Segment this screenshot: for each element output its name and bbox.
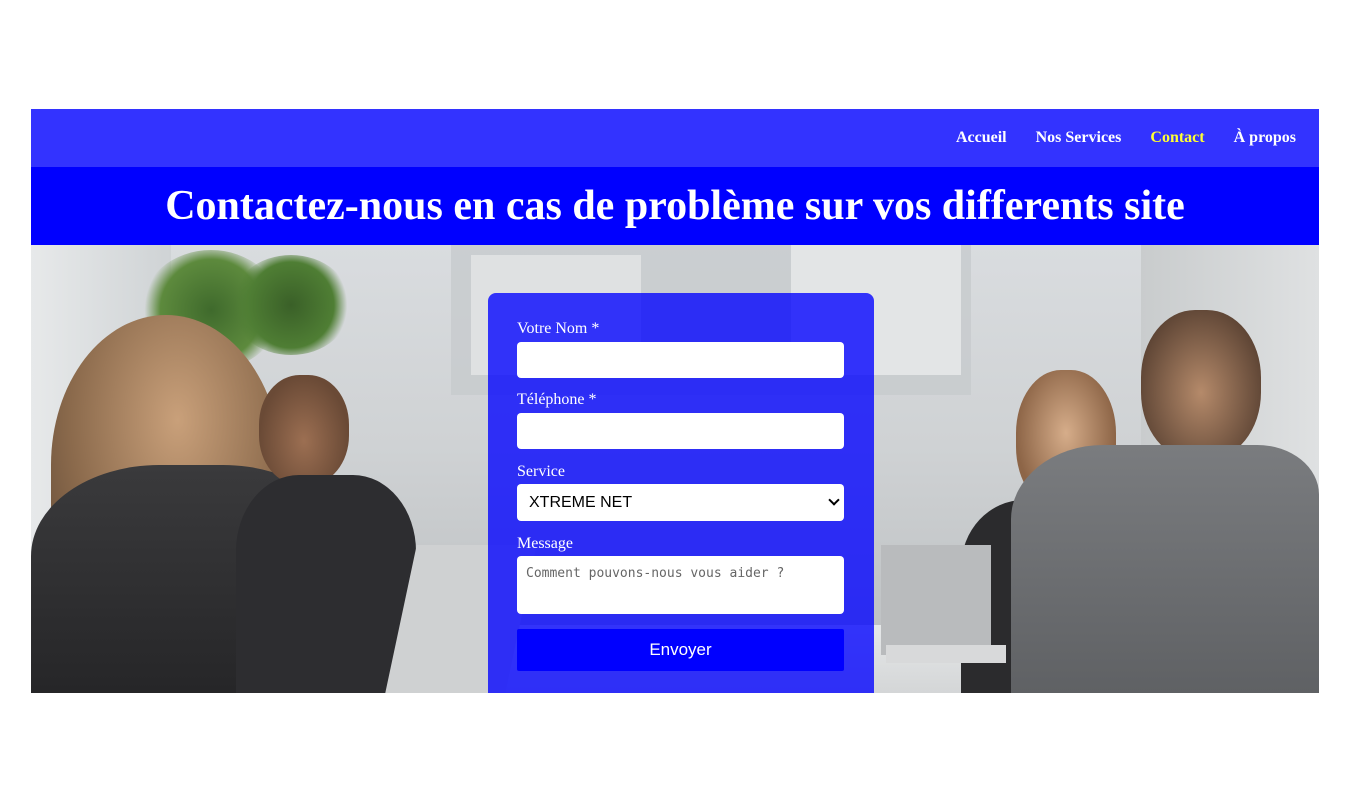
service-label: Service: [517, 463, 565, 480]
submit-button[interactable]: Envoyer: [517, 629, 844, 671]
page: Accueil Nos Services Contact À propos Co…: [0, 0, 1351, 800]
message-label: Message: [517, 535, 573, 552]
chevron-down-icon: [828, 494, 840, 506]
nav-link-nos-services[interactable]: Nos Services: [1036, 129, 1122, 147]
nav-link-contact[interactable]: Contact: [1150, 129, 1204, 147]
service-select-value: XTREME NET: [529, 493, 633, 511]
site-container: Accueil Nos Services Contact À propos Co…: [31, 109, 1319, 693]
page-title: Contactez-nous en cas de problème sur vo…: [31, 167, 1319, 245]
phone-label: Téléphone *: [517, 391, 597, 408]
name-label: Votre Nom *: [517, 320, 600, 337]
service-select[interactable]: XTREME NET: [517, 484, 844, 521]
nav-link-a-propos[interactable]: À propos: [1234, 129, 1296, 147]
nav-link-accueil[interactable]: Accueil: [956, 129, 1007, 147]
contact-form: Votre Nom * Téléphone * Service XTREME N…: [488, 293, 874, 693]
top-navbar: Accueil Nos Services Contact À propos: [31, 109, 1319, 167]
phone-input[interactable]: [517, 413, 844, 449]
name-input[interactable]: [517, 342, 844, 378]
message-textarea[interactable]: [517, 556, 844, 614]
